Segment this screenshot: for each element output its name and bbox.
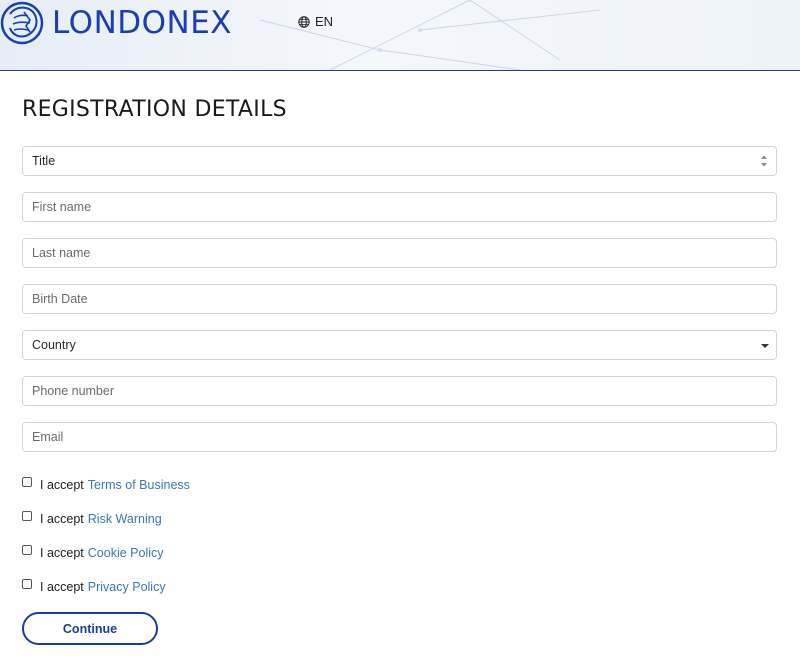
birth-date-field[interactable] xyxy=(22,284,777,314)
consent-list: I accept Terms of Business I accept Risk… xyxy=(22,468,777,604)
consent-cookie: I accept Cookie Policy xyxy=(22,536,777,570)
language-code: EN xyxy=(315,14,334,29)
risk-warning-checkbox[interactable] xyxy=(22,511,32,521)
terms-checkbox[interactable] xyxy=(22,477,32,487)
privacy-policy-checkbox[interactable] xyxy=(22,579,32,589)
language-selector[interactable]: EN xyxy=(298,14,333,29)
consent-prefix: I accept xyxy=(40,580,84,594)
consent-prefix: I accept xyxy=(40,478,84,492)
privacy-policy-link[interactable]: Privacy Policy xyxy=(88,580,166,594)
registration-form: REGISTRATION DETAILS Title Country I acc… xyxy=(22,71,777,645)
consent-risk: I accept Risk Warning xyxy=(22,502,777,536)
phone-field[interactable] xyxy=(22,376,777,406)
consent-privacy: I accept Privacy Policy xyxy=(22,570,777,604)
site-header: LONDONEX EN xyxy=(0,0,800,71)
country-select-label: Country xyxy=(32,338,76,352)
continue-button[interactable]: Continue xyxy=(22,612,158,645)
phone-input[interactable] xyxy=(32,377,776,405)
globe-icon xyxy=(298,15,310,28)
title-select[interactable]: Title xyxy=(22,146,777,176)
cookie-policy-checkbox[interactable] xyxy=(22,545,32,555)
risk-warning-link[interactable]: Risk Warning xyxy=(88,512,162,526)
title-select-label: Title xyxy=(32,154,56,168)
cookie-policy-link[interactable]: Cookie Policy xyxy=(88,546,164,560)
select-arrows-icon xyxy=(761,155,767,167)
brand-name: LONDONEX xyxy=(52,5,233,41)
consent-terms: I accept Terms of Business xyxy=(22,468,777,502)
country-select[interactable]: Country xyxy=(22,330,777,360)
email-field[interactable] xyxy=(22,422,777,452)
lion-logo-icon xyxy=(0,1,44,45)
birth-date-input[interactable] xyxy=(32,285,776,313)
caret-down-icon xyxy=(761,344,769,348)
last-name-field[interactable] xyxy=(22,238,777,268)
first-name-field[interactable] xyxy=(22,192,777,222)
londonex-logo[interactable]: LONDONEX xyxy=(0,0,232,46)
page-title: REGISTRATION DETAILS xyxy=(22,97,287,122)
last-name-input[interactable] xyxy=(32,239,776,267)
first-name-input[interactable] xyxy=(32,193,776,221)
email-input[interactable] xyxy=(32,423,776,451)
consent-prefix: I accept xyxy=(40,512,84,526)
consent-prefix: I accept xyxy=(40,546,84,560)
terms-of-business-link[interactable]: Terms of Business xyxy=(88,478,190,492)
